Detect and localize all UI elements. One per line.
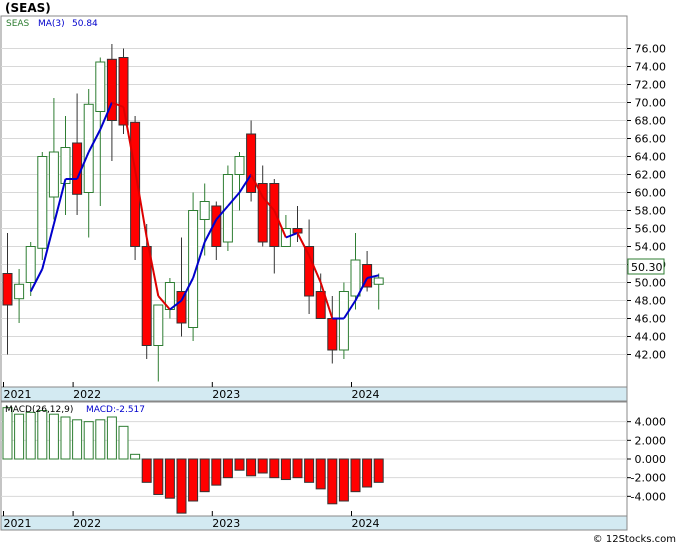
macd-bar xyxy=(83,421,94,460)
macd-bar xyxy=(14,413,25,460)
macd-legend-label: MACD: xyxy=(86,405,116,415)
last-price-tag: 50.30 xyxy=(631,261,663,274)
candle-body xyxy=(2,273,13,306)
macd-bar xyxy=(199,458,210,493)
candle-body xyxy=(234,156,245,175)
macd-x-tick-label: 2021 xyxy=(4,517,32,530)
macd-bar xyxy=(164,458,175,499)
candle-body xyxy=(48,151,59,198)
macd-bar xyxy=(292,458,303,479)
y-tick-label: 74.00 xyxy=(635,61,667,74)
macd-bar xyxy=(338,458,349,502)
candle-body xyxy=(118,57,129,126)
candle-body xyxy=(292,228,303,234)
chart-title: (SEAS) xyxy=(5,1,51,15)
legend-ma-name: MA(3) xyxy=(38,19,65,29)
macd-y-tick-label: -2.000 xyxy=(631,472,666,485)
macd-bar xyxy=(2,407,13,460)
macd-bar xyxy=(373,458,384,483)
macd-bar xyxy=(72,419,83,460)
y-tick-label: 62.00 xyxy=(635,169,667,182)
macd-bar xyxy=(37,409,48,460)
x-tick-label: 2023 xyxy=(212,388,240,401)
y-tick-label: 50.00 xyxy=(635,277,667,290)
macd-x-tick-label: 2022 xyxy=(73,517,101,530)
y-tick-label: 60.00 xyxy=(635,187,667,200)
macd-bar xyxy=(48,413,59,460)
macd-bar xyxy=(280,458,291,481)
macd-legend-name: MACD(26,12,9) xyxy=(5,405,73,415)
y-tick-label: 48.00 xyxy=(635,295,667,308)
y-tick-label: 76.00 xyxy=(635,43,667,56)
chart-svg: (SEAS) 42.0044.0046.0048.0050.0052.0054.… xyxy=(0,0,680,546)
macd-y-tick-label: 2.000 xyxy=(635,434,667,447)
candle-body xyxy=(315,291,326,319)
candle-body xyxy=(72,142,83,195)
macd-bar xyxy=(315,458,326,490)
y-tick-label: 70.00 xyxy=(635,97,667,110)
macd-bar xyxy=(269,458,280,479)
macd-y-tick-label: 0.000 xyxy=(635,453,667,466)
y-tick-label: 44.00 xyxy=(635,331,667,344)
candle-body xyxy=(327,318,338,351)
macd-bar xyxy=(350,458,361,493)
legend-symbol: SEAS xyxy=(6,19,30,29)
macd-bar xyxy=(304,458,315,483)
y-tick-label: 66.00 xyxy=(635,133,667,146)
y-tick-label: 46.00 xyxy=(635,313,667,326)
macd-bar xyxy=(176,458,187,514)
macd-bar xyxy=(153,458,164,495)
candle-body xyxy=(37,156,48,249)
candle-body xyxy=(199,201,210,220)
macd-bar xyxy=(25,411,36,460)
macd-x-tick-label: 2023 xyxy=(212,517,240,530)
macd-bar xyxy=(95,419,106,460)
candle-body xyxy=(95,61,106,112)
macd-bar xyxy=(362,458,373,488)
candle-body xyxy=(246,133,257,193)
y-tick-label: 72.00 xyxy=(635,79,667,92)
y-tick-label: 68.00 xyxy=(635,115,667,128)
candle-body xyxy=(269,183,280,247)
candle-body xyxy=(25,246,36,283)
macd-bar xyxy=(60,416,71,460)
stock-chart: (SEAS) 42.0044.0046.0048.0050.0052.0054.… xyxy=(0,0,680,546)
x-tick-label: 2022 xyxy=(73,388,101,401)
candle-body xyxy=(83,103,94,193)
x-tick-label: 2024 xyxy=(352,388,380,401)
candle-body xyxy=(338,291,349,351)
candle-body xyxy=(14,283,25,300)
macd-y-tick-label: 4.000 xyxy=(635,416,667,429)
macd-bar xyxy=(222,458,233,479)
y-tick-label: 42.00 xyxy=(635,349,667,362)
candle-body xyxy=(350,259,361,297)
macd-bar xyxy=(246,458,257,477)
macd-bar xyxy=(106,416,117,460)
legend-ma-value: 50.84 xyxy=(72,19,98,29)
y-tick-label: 56.00 xyxy=(635,223,667,236)
candle-body xyxy=(153,304,164,346)
y-tick-label: 58.00 xyxy=(635,205,667,218)
macd-legend-value: -2.517 xyxy=(116,405,145,415)
macd-x-tick-label: 2024 xyxy=(352,517,380,530)
macd-bar xyxy=(234,458,245,471)
macd-bar xyxy=(257,458,268,474)
candle-body xyxy=(141,246,152,346)
macd-bar xyxy=(211,458,222,486)
macd-bar xyxy=(188,458,199,502)
macd-bar xyxy=(327,458,338,505)
macd-bar xyxy=(118,425,129,460)
watermark: © 12Stocks.com xyxy=(593,534,676,545)
macd-bar xyxy=(130,453,141,460)
y-tick-label: 54.00 xyxy=(635,241,667,254)
candle-body xyxy=(373,277,384,285)
macd-y-tick-label: -4.000 xyxy=(631,490,666,503)
x-tick-label: 2021 xyxy=(4,388,32,401)
macd-bar xyxy=(141,458,152,483)
y-tick-label: 64.00 xyxy=(635,151,667,164)
